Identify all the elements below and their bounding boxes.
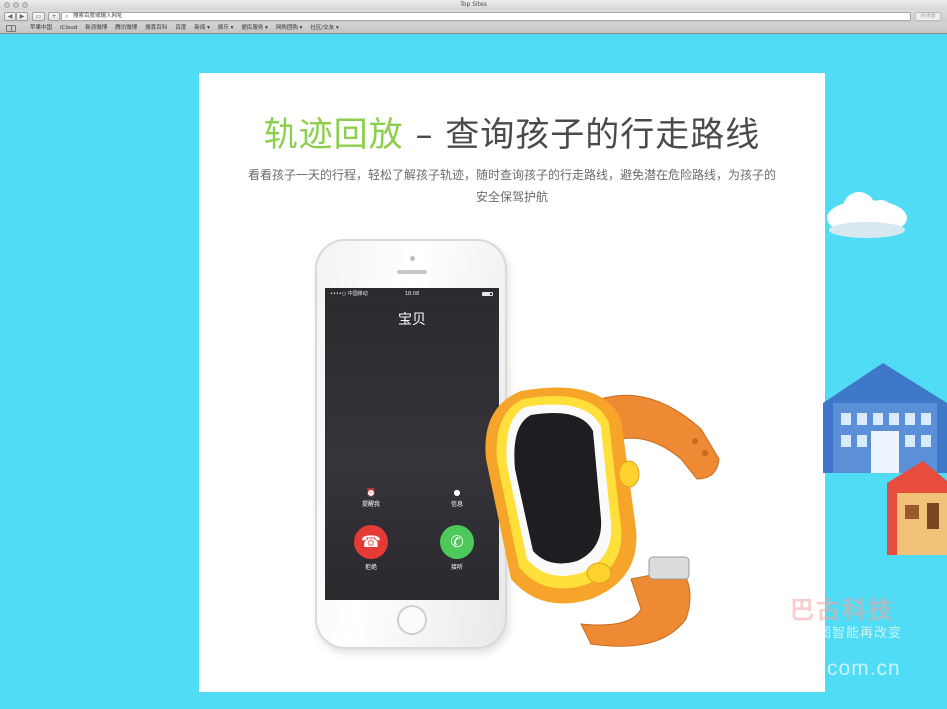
forward-button[interactable]: ▶	[16, 12, 28, 21]
headline-highlight: 轨迹回放	[263, 115, 404, 155]
message-label: 信息	[450, 501, 463, 508]
address-placeholder: 搜索百度或输入网址	[73, 13, 123, 19]
bookmark-item[interactable]: 搜喜百科	[145, 23, 167, 34]
bookmark-item[interactable]: 娱乐 ▾	[218, 23, 234, 34]
watermark-slogan: 产品图智能再改变	[790, 626, 903, 641]
message-option: ● 信息	[437, 488, 477, 509]
watermark-url: www.bgu.com.cn	[728, 657, 901, 680]
page-headline: 轨迹回放 – 查询孩子的行走路线	[199, 113, 825, 157]
remind-me-option: ⏰ 提醒我	[351, 488, 391, 509]
decline-label: 拒绝	[364, 564, 377, 571]
bookmark-list: 苹果中国 iCloud 新浪微博 腾讯微博 搜喜百科 百度 新闻 ▾ 娱乐 ▾ …	[30, 23, 339, 34]
bookmark-item[interactable]: iCloud	[60, 23, 77, 34]
title-bar: Top Sites	[0, 0, 947, 10]
bookmark-item[interactable]: 新浪微博	[85, 23, 107, 34]
kids-smartwatch-image	[485, 387, 720, 647]
phone-status-bar: ••••○ 中国移动 18:08	[325, 290, 499, 298]
caller-name: 宝贝	[398, 312, 426, 328]
new-tab-button[interactable]: +	[48, 12, 60, 21]
hang-up-icon: ☎	[361, 532, 381, 551]
speech-bubble-icon: ●	[453, 488, 461, 497]
phone-camera	[410, 256, 415, 261]
bookmark-item[interactable]: 腾讯微博	[115, 23, 137, 34]
page-description: 看看孩子一天的行程，轻松了解孩子轨迹，随时查询孩子的行走路线，避免潜在危险路线，…	[247, 168, 776, 204]
back-button[interactable]: ◀	[4, 12, 16, 21]
watermark-brand: 巴古科技	[790, 596, 894, 624]
battery-icon	[482, 292, 493, 296]
plus-icon: +	[51, 13, 57, 20]
back-arrow-icon: ◀	[7, 13, 13, 20]
remind-me-label: 提醒我	[361, 501, 380, 508]
reader-button[interactable]: 阅读器	[915, 12, 941, 21]
headline-rest: – 查询孩子的行走路线	[403, 115, 761, 155]
bookmark-item[interactable]: 便民服务 ▾	[241, 23, 268, 34]
bookmarks-book-icon[interactable]	[6, 25, 16, 32]
phone-handset-icon: ✆	[450, 532, 464, 551]
smartphone-image: ••••○ 中国移动 18:08 宝贝 ⏰ 提醒我 ● 信息 ☎ 拒绝 ✆ 接听	[315, 239, 507, 649]
accept-label: 接听	[450, 564, 463, 571]
sidebar-toggle-button[interactable]: ▭	[32, 12, 45, 21]
bookmarks-bar: 苹果中国 iCloud 新浪微博 腾讯微博 搜喜百科 百度 新闻 ▾ 娱乐 ▾ …	[0, 23, 947, 34]
search-icon: ⌕	[65, 13, 69, 20]
bookmark-item[interactable]: 社区/交友 ▾	[310, 23, 338, 34]
forward-arrow-icon: ▶	[19, 13, 25, 20]
phone-home-button	[397, 605, 427, 635]
incoming-call-screen: ••••○ 中国移动 18:08 宝贝 ⏰ 提醒我 ● 信息 ☎ 拒绝 ✆ 接听	[325, 288, 499, 600]
bookmark-item[interactable]: 网购团购 ▾	[276, 23, 303, 34]
browser-toolbar: ◀ ▶ ▭ + ⌕ 搜索百度或输入网址 阅读器	[0, 10, 947, 23]
window-title: Top Sites	[460, 1, 487, 8]
phone-speaker	[397, 270, 427, 274]
watermark-logo-icon	[729, 592, 777, 640]
status-time: 18:08	[404, 291, 420, 297]
bookmark-item[interactable]: 百度	[175, 23, 186, 34]
address-bar[interactable]: ⌕ 搜索百度或输入网址	[61, 12, 911, 21]
bookmark-item[interactable]: 苹果中国	[30, 23, 52, 34]
alarm-clock-icon: ⏰	[366, 488, 376, 497]
sidebar-icon: ▭	[35, 13, 42, 20]
bookmark-item[interactable]: 新闻 ▾	[194, 23, 210, 34]
buildings-decoration-icon	[823, 363, 947, 555]
decline-call-button: ☎	[354, 525, 388, 559]
accept-call-button: ✆	[440, 525, 474, 559]
cloud-decoration-icon	[827, 192, 907, 238]
